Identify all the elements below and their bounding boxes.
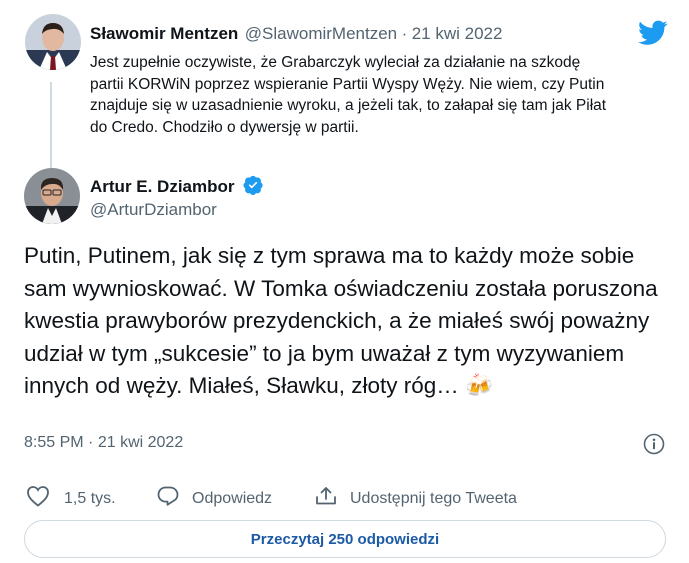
- speech-bubble-icon[interactable]: [156, 485, 180, 512]
- tweet-time[interactable]: 8:55 PM: [24, 434, 84, 451]
- author-handle[interactable]: @ArturDziambor: [90, 200, 217, 220]
- tweet-text: Putin, Putinem, jak się z tym sprawa ma …: [24, 240, 674, 403]
- thread-connector-line: [50, 82, 52, 168]
- parent-tweet-text: Jest zupełnie oczywiste, że Grabarczyk w…: [90, 54, 607, 136]
- parent-author-handle[interactable]: @SlawomirMentzen: [245, 24, 397, 43]
- tweet-date[interactable]: 21 kwi 2022: [98, 434, 183, 451]
- beer-mugs-emoji: 🍻: [465, 373, 494, 398]
- parent-author-name[interactable]: Sławomir Mentzen: [90, 24, 238, 43]
- share-label: Udostępnij tego Tweeta: [350, 489, 517, 507]
- verified-badge-icon: [243, 175, 263, 200]
- tweet-date-separator: ·: [88, 434, 94, 451]
- info-icon[interactable]: [643, 433, 665, 455]
- parent-date-separator: ·: [401, 24, 408, 43]
- author-name[interactable]: Artur E. Dziambor: [90, 177, 235, 196]
- share-action[interactable]: Udostępnij tego Tweeta: [314, 485, 517, 512]
- like-action[interactable]: 1,5 tys.: [26, 485, 116, 512]
- parent-avatar[interactable]: [25, 14, 81, 70]
- reply-label: Odpowiedz: [192, 489, 273, 507]
- twitter-bird-icon[interactable]: [638, 20, 668, 46]
- share-icon[interactable]: [314, 485, 338, 512]
- reply-action[interactable]: Odpowiedz: [156, 485, 272, 512]
- parent-date[interactable]: 21 kwi 2022: [412, 24, 503, 43]
- like-count: 1,5 tys.: [64, 489, 116, 507]
- author-avatar[interactable]: [24, 168, 80, 224]
- heart-icon[interactable]: [26, 485, 50, 512]
- tweet-text-content: Putin, Putinem, jak się z tym sprawa ma …: [24, 243, 658, 398]
- read-replies-label: Przeczytaj 250 odpowiedzi: [250, 530, 440, 548]
- tweet-timestamp[interactable]: 8:55 PM · 21 kwi 2022: [24, 434, 183, 452]
- read-replies-button[interactable]: Przeczytaj 250 odpowiedzi: [24, 520, 666, 558]
